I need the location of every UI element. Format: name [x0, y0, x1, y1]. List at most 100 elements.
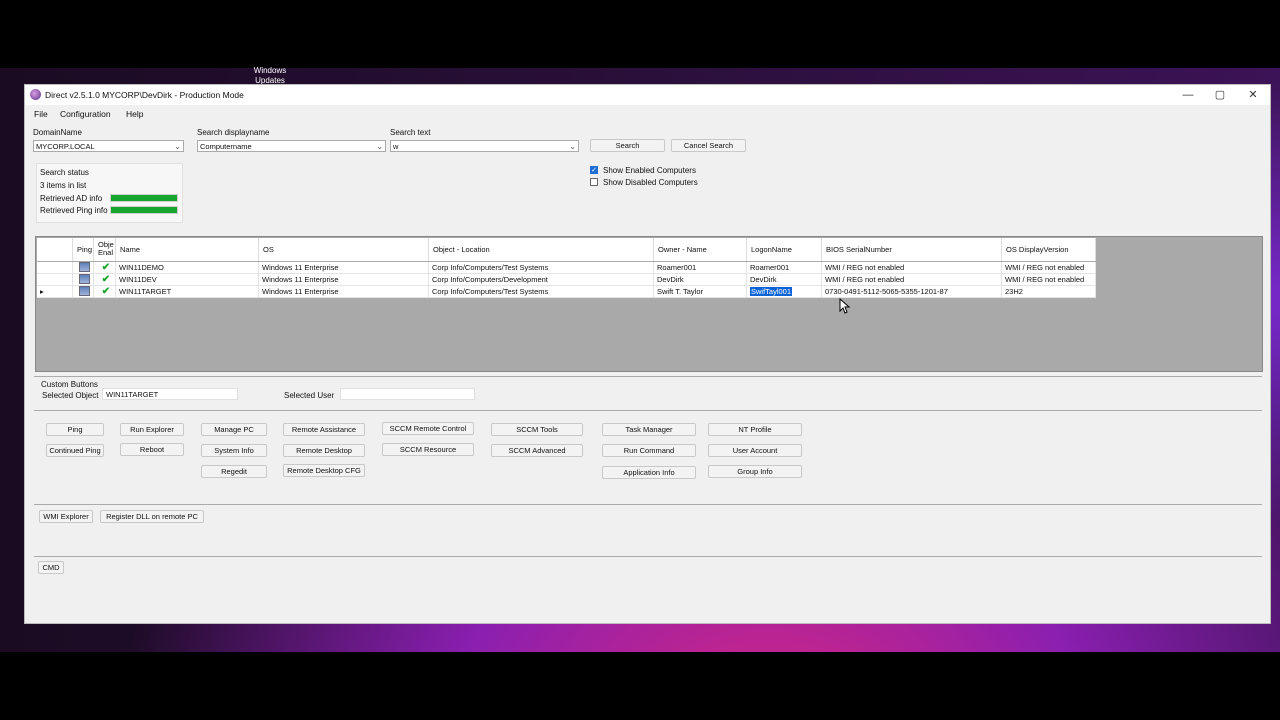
selected-object-field[interactable]: WIN11TARGET: [102, 388, 238, 400]
table-cell-version[interactable]: WMI / REG not enabled: [1002, 274, 1096, 286]
wmi-panel: [34, 504, 1262, 551]
table-cell-os[interactable]: Windows 11 Enterprise: [259, 274, 429, 286]
table-cell-ping: [73, 274, 94, 286]
column-header-owner[interactable]: Owner - Name: [654, 238, 747, 261]
ping-progress-bar: [110, 206, 178, 214]
show-disabled-checkbox[interactable]: [590, 178, 598, 186]
close-icon[interactable]: ✕: [1238, 87, 1268, 103]
run-command-button[interactable]: Run Command: [602, 444, 696, 457]
table-cell-bios[interactable]: 0730-0491-5112-5065-5355-1201-87: [822, 286, 1002, 298]
table-cell-owner[interactable]: DevDirk: [654, 274, 747, 286]
status-ad-label: Retrieved AD info: [40, 194, 103, 203]
checkmark-icon: ✔: [101, 274, 111, 285]
remote-desktop-cfg-button[interactable]: Remote Desktop CFG: [283, 464, 365, 477]
chevron-down-icon: ⌄: [569, 142, 576, 151]
desktop-icon-label[interactable]: Windows Updates: [250, 66, 290, 86]
table-cell-os[interactable]: Windows 11 Enterprise: [259, 286, 429, 298]
table-cell-name[interactable]: WIN11TARGET: [116, 286, 259, 298]
results-grid: Ping Obje Enal Name OS Object - Location…: [35, 236, 1263, 372]
domain-combo[interactable]: MYCORP.LOCAL ⌄: [33, 140, 184, 152]
table-cell-owner[interactable]: Swift T. Taylor: [654, 286, 747, 298]
remote-desktop-button[interactable]: Remote Desktop: [283, 444, 365, 457]
register-dll-button[interactable]: Register DLL on remote PC: [100, 510, 204, 523]
manage-pc-button[interactable]: Manage PC: [201, 423, 267, 436]
row-header[interactable]: [37, 274, 73, 286]
table-cell-version[interactable]: WMI / REG not enabled: [1002, 262, 1096, 274]
menu-file[interactable]: File: [34, 109, 48, 119]
column-header-location[interactable]: Object - Location: [429, 238, 654, 261]
minimize-icon[interactable]: —: [1173, 87, 1203, 103]
column-header-os[interactable]: OS: [259, 238, 429, 261]
row-header[interactable]: ▸: [37, 286, 73, 298]
search-button[interactable]: Search: [590, 139, 665, 152]
show-enabled-label: Show Enabled Computers: [603, 166, 696, 175]
custom-buttons-title: Custom Buttons: [41, 380, 98, 389]
sccm-remote-control-button[interactable]: SCCM Remote Control: [382, 422, 474, 435]
remote-assistance-button[interactable]: Remote Assistance: [283, 423, 365, 436]
search-text-combo[interactable]: w ⌄: [390, 140, 579, 152]
regedit-button[interactable]: Regedit: [201, 465, 267, 478]
search-displayname-combo[interactable]: Computername ⌄: [197, 140, 386, 152]
wmi-explorer-button[interactable]: WMI Explorer: [39, 510, 93, 523]
table-cell-owner[interactable]: Roamer001: [654, 262, 747, 274]
table-cell-enabled: ✔: [94, 286, 116, 298]
table-cell-bios[interactable]: WMI / REG not enabled: [822, 274, 1002, 286]
system-info-button[interactable]: System Info: [201, 444, 267, 457]
table-cell-logon[interactable]: DevDirk: [747, 274, 822, 286]
table-cell-location[interactable]: Corp Info/Computers/Test Systems: [429, 286, 654, 298]
app-icon: [30, 89, 41, 100]
column-header-version[interactable]: OS DisplayVersion: [1002, 238, 1096, 261]
continued-ping-button[interactable]: Continued Ping: [46, 444, 104, 457]
row-header[interactable]: [37, 262, 73, 274]
table-cell-logon[interactable]: Roamer001: [747, 262, 822, 274]
maximize-icon[interactable]: ▢: [1205, 87, 1235, 103]
show-enabled-checkbox[interactable]: ✓: [590, 166, 598, 174]
sccm-advanced-button[interactable]: SCCM Advanced: [491, 444, 583, 457]
table-cell-os[interactable]: Windows 11 Enterprise: [259, 262, 429, 274]
menu-help[interactable]: Help: [126, 109, 143, 119]
menu-configuration[interactable]: Configuration: [60, 109, 111, 119]
selected-user-field[interactable]: [340, 388, 475, 400]
computer-icon: [79, 286, 90, 296]
computer-icon: [79, 262, 90, 272]
selected-cell-text: SwifTayl001: [750, 287, 793, 296]
row-header-corner: [37, 238, 73, 261]
table-cell-bios[interactable]: WMI / REG not enabled: [822, 262, 1002, 274]
table-cell-logon-selected[interactable]: SwifTayl001: [747, 286, 822, 298]
show-disabled-label: Show Disabled Computers: [603, 178, 698, 187]
table-cell-name[interactable]: WIN11DEMO: [116, 262, 259, 274]
cmd-button[interactable]: CMD: [38, 561, 64, 574]
status-items: 3 items in list: [40, 181, 87, 190]
mouse-cursor-icon: [839, 298, 851, 314]
column-header-bios[interactable]: BIOS SerialNumber: [822, 238, 1002, 261]
task-manager-button[interactable]: Task Manager: [602, 423, 696, 436]
search-displayname-value: Computername: [200, 142, 252, 151]
computer-icon: [79, 274, 90, 284]
checkmark-icon: ✔: [101, 286, 111, 297]
application-info-button[interactable]: Application Info: [602, 466, 696, 479]
column-header-logon[interactable]: LogonName: [747, 238, 822, 261]
table-cell-location[interactable]: Corp Info/Computers/Test Systems: [429, 262, 654, 274]
search-text-label: Search text: [390, 128, 431, 137]
custom-buttons-panel: Custom Buttons Selected Object WIN11TARG…: [34, 376, 1262, 408]
group-info-button[interactable]: Group Info: [708, 465, 802, 478]
selected-user-label: Selected User: [284, 391, 335, 400]
current-row-marker-icon: ▸: [40, 287, 44, 296]
window-title: Direct v2.5.1.0 MYCORP\DevDirk - Product…: [45, 90, 244, 100]
table-cell-name[interactable]: WIN11DEV: [116, 274, 259, 286]
user-account-button[interactable]: User Account: [708, 444, 802, 457]
column-header-enabled[interactable]: Obje Enal: [94, 238, 116, 261]
reboot-button[interactable]: Reboot: [120, 443, 184, 456]
ping-button[interactable]: Ping: [46, 423, 104, 436]
chevron-down-icon: ⌄: [376, 142, 383, 151]
table-cell-location[interactable]: Corp Info/Computers/Development: [429, 274, 654, 286]
sccm-tools-button[interactable]: SCCM Tools: [491, 423, 583, 436]
nt-profile-button[interactable]: NT Profile: [708, 423, 802, 436]
cancel-search-button[interactable]: Cancel Search: [671, 139, 746, 152]
column-header-ping[interactable]: Ping: [73, 238, 94, 261]
column-header-name[interactable]: Name: [116, 238, 259, 261]
run-explorer-button[interactable]: Run Explorer: [120, 423, 184, 436]
table-cell-version[interactable]: 23H2: [1002, 286, 1096, 298]
sccm-resource-button[interactable]: SCCM Resource: [382, 443, 474, 456]
table-cell-enabled: ✔: [94, 262, 116, 274]
